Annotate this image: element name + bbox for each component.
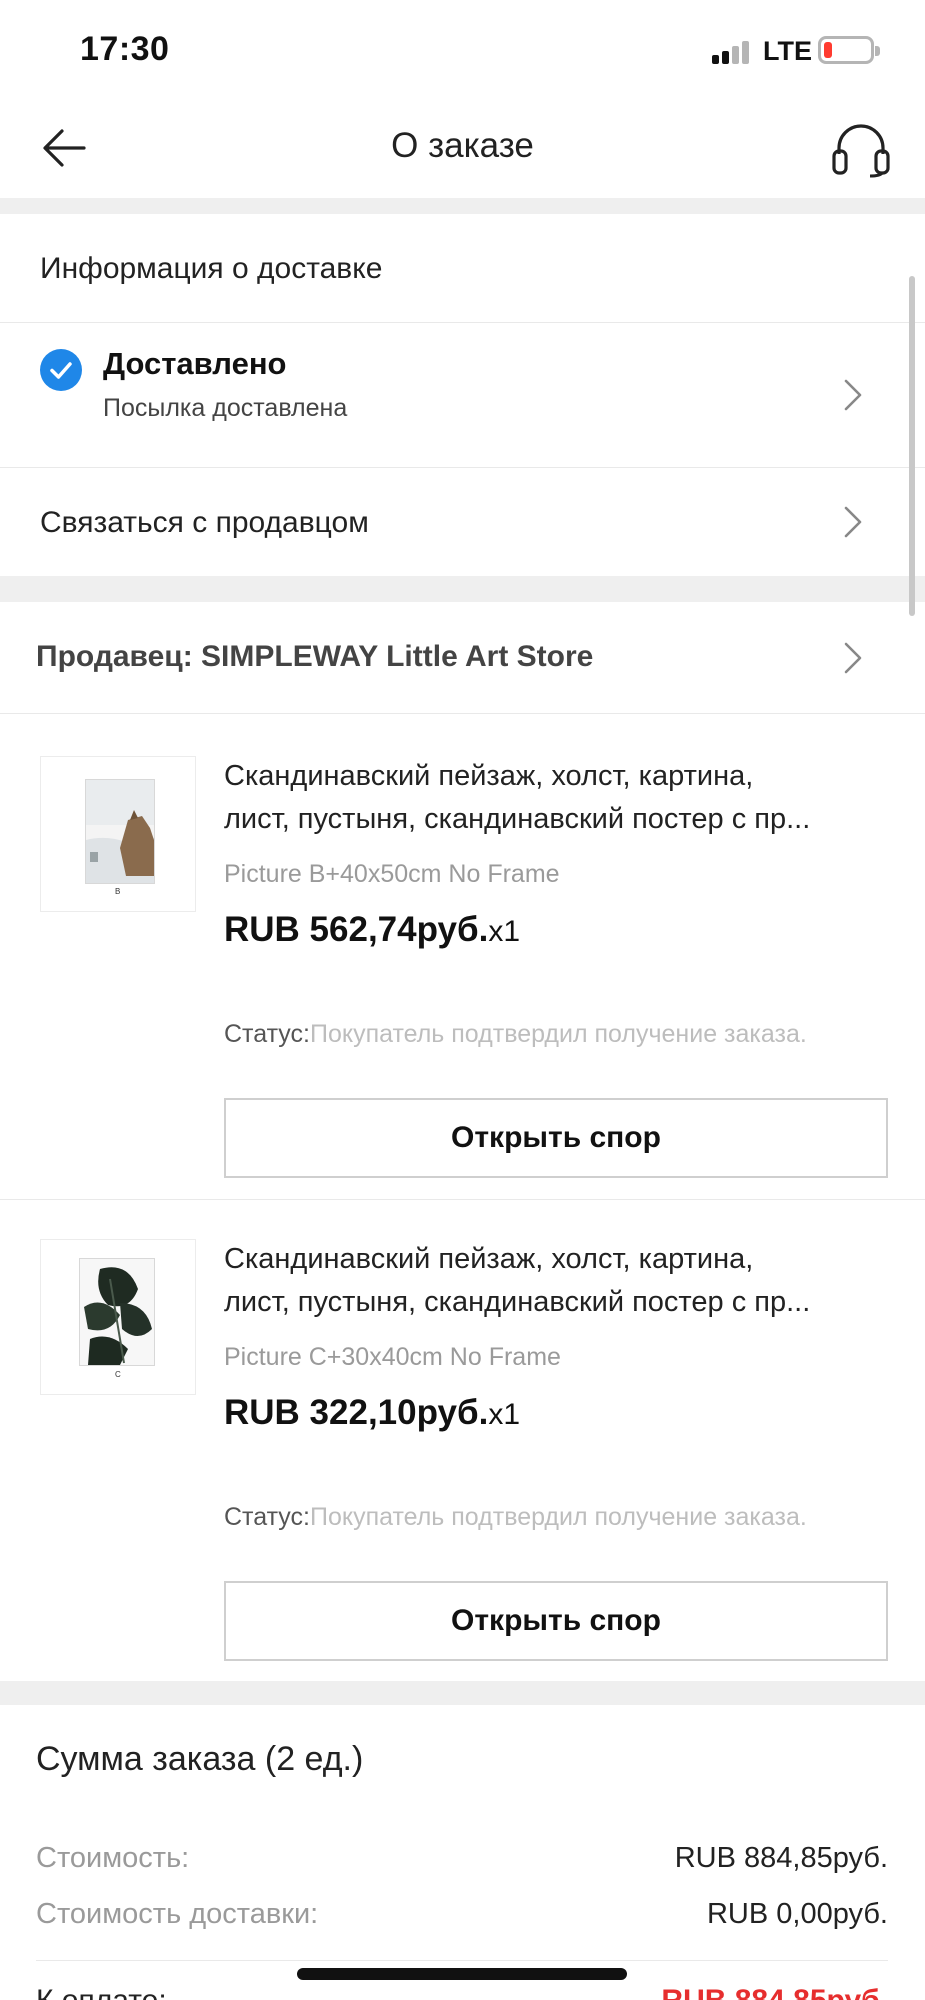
product-variant: Picture C+30x40cm No Frame bbox=[224, 1343, 561, 1371]
open-dispute-button[interactable]: Открыть спор bbox=[224, 1098, 888, 1178]
divider bbox=[36, 1960, 888, 1961]
product-variant: Picture B+40x50cm No Frame bbox=[224, 860, 560, 888]
section-gap bbox=[0, 1681, 925, 1705]
status-value: Покупатель подтвердил получение заказа. bbox=[309, 1503, 807, 1531]
divider bbox=[0, 713, 925, 714]
product-quantity: x1 bbox=[488, 915, 521, 948]
status-bar: 17:30 LTE bbox=[0, 0, 925, 100]
delivery-status-title: Доставлено bbox=[103, 346, 287, 381]
product-status: Статус:Покупатель подтвердил получение з… bbox=[224, 1020, 807, 1049]
delivery-section-title: Информация о доставке bbox=[40, 252, 383, 285]
nav-bar: О заказе bbox=[0, 100, 925, 196]
product-quantity: x1 bbox=[488, 1398, 521, 1431]
open-dispute-button[interactable]: Открыть спор bbox=[224, 1581, 888, 1661]
status-label: Статус: bbox=[224, 1020, 310, 1048]
landscape-poster-image bbox=[85, 779, 155, 884]
product-price-line: RUB 322,10руб.x1 bbox=[224, 1393, 520, 1433]
leaf-poster-image bbox=[79, 1258, 155, 1366]
product-title-line: Скандинавский пейзаж, холст, картина, bbox=[224, 1243, 754, 1275]
check-circle-icon bbox=[40, 349, 82, 391]
product-image[interactable]: C bbox=[40, 1239, 196, 1395]
image-caption: C bbox=[115, 1370, 121, 1379]
product-price: RUB 322,10руб. bbox=[224, 1393, 489, 1432]
shipping-value: RUB 0,00руб. bbox=[706, 1898, 888, 1930]
product-price: RUB 562,74руб. bbox=[224, 910, 489, 949]
page-title: О заказе bbox=[391, 126, 534, 165]
status-time: 17:30 bbox=[80, 30, 170, 68]
total-value: RUB 884,85руб. bbox=[661, 1984, 888, 2000]
divider bbox=[0, 1199, 925, 1200]
cost-label: Стоимость: bbox=[36, 1842, 190, 1874]
section-gap bbox=[0, 198, 925, 214]
product-title[interactable]: Скандинавский пейзаж, холст, картина, ли… bbox=[224, 1238, 894, 1324]
product-price-line: RUB 562,74руб.x1 bbox=[224, 910, 520, 950]
product-title-line: лист, пустыня, скандинавский постер с пр… bbox=[224, 803, 811, 835]
product-title[interactable]: Скандинавский пейзаж, холст, картина, ли… bbox=[224, 755, 894, 841]
contact-seller-label: Связаться с продавцом bbox=[40, 506, 369, 539]
signal-icon bbox=[712, 40, 752, 64]
cost-value: RUB 884,85руб. bbox=[674, 1842, 888, 1874]
product-title-line: Скандинавский пейзаж, холст, картина, bbox=[224, 760, 754, 792]
product-image[interactable]: B bbox=[40, 756, 196, 912]
order-summary-title: Сумма заказа (2 ед.) bbox=[36, 1740, 364, 1778]
delivery-status-subtitle: Посылка доставлена bbox=[103, 394, 348, 422]
section-gap bbox=[0, 576, 925, 602]
status-label: Статус: bbox=[224, 1503, 310, 1531]
status-value: Покупатель подтвердил получение заказа. bbox=[309, 1020, 807, 1048]
battery-icon bbox=[818, 36, 880, 64]
total-label: К оплате: bbox=[36, 1984, 167, 2000]
chevron-right-icon bbox=[842, 502, 866, 542]
product-status: Статус:Покупатель подтвердил получение з… bbox=[224, 1503, 807, 1532]
headset-icon[interactable] bbox=[830, 120, 892, 178]
image-caption: B bbox=[115, 887, 121, 896]
chevron-right-icon bbox=[842, 638, 866, 678]
scrollbar[interactable] bbox=[909, 276, 915, 616]
seller-name: Продавец: SIMPLEWAY Little Art Store bbox=[36, 640, 594, 673]
network-label: LTE bbox=[763, 36, 812, 66]
home-indicator[interactable] bbox=[297, 1968, 627, 1980]
chevron-right-icon bbox=[842, 375, 866, 415]
product-title-line: лист, пустыня, скандинавский постер с пр… bbox=[224, 1286, 811, 1318]
shipping-label: Стоимость доставки: bbox=[36, 1898, 319, 1930]
